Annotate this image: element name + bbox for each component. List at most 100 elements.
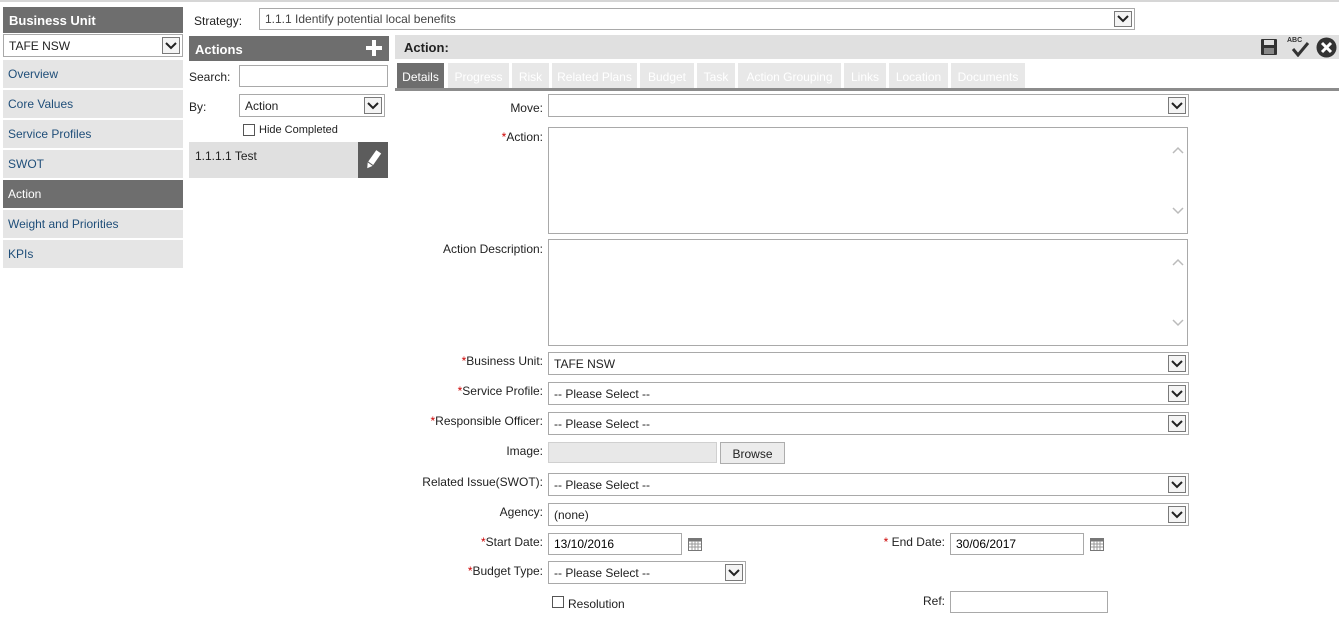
actions-panel-header: Actions (189, 36, 389, 61)
chevron-down-icon[interactable] (1168, 97, 1186, 114)
by-select-value: Action (245, 98, 279, 113)
chevron-down-icon[interactable] (1168, 506, 1186, 523)
chevron-down-icon[interactable] (364, 97, 382, 114)
chevron-up-icon[interactable] (1172, 146, 1184, 154)
ref-input[interactable] (950, 591, 1108, 613)
strategy-select[interactable]: 1.1.1 Identify potential local benefits (259, 8, 1135, 30)
chevron-up-icon[interactable] (1172, 258, 1184, 266)
close-icon (1316, 37, 1337, 58)
chevron-down-icon[interactable] (1168, 355, 1186, 372)
resolution-checkbox[interactable] (552, 596, 564, 608)
sidebar-item-service-profiles[interactable]: Service Profiles (3, 120, 183, 148)
actions-panel-title: Actions (195, 42, 243, 57)
sidebar-item-label: Overview (8, 67, 59, 81)
business-unit-select-value: TAFE NSW (9, 38, 71, 53)
plus-icon (366, 40, 382, 56)
chevron-down-icon[interactable] (1172, 319, 1184, 327)
tab-documents[interactable]: Documents (951, 63, 1026, 89)
budget-type-label: *Budget Type: (467, 564, 543, 578)
service-profile-label: *Service Profile: (457, 384, 543, 398)
sidebar-item-label: Action (8, 187, 42, 201)
end-date-label: * End Date: (883, 535, 945, 549)
save-button[interactable] (1260, 38, 1278, 56)
action-detail-title: Action: (404, 40, 449, 55)
calendar-icon[interactable] (688, 538, 702, 551)
tab-action-grouping[interactable]: Action Grouping (738, 63, 842, 89)
action-detail-header: Action: (395, 35, 1339, 59)
list-item[interactable]: 1.1.1.1 Test (189, 142, 358, 178)
action-description-textarea[interactable] (548, 239, 1188, 346)
ref-label: Ref: (922, 594, 945, 608)
tab-budget[interactable]: Budget (640, 63, 695, 89)
move-select[interactable] (548, 94, 1189, 117)
tab-location[interactable]: Location (889, 63, 949, 89)
tab-risk[interactable]: Risk (512, 63, 550, 89)
image-file-input[interactable] (548, 442, 717, 463)
tab-task[interactable]: Task (697, 63, 736, 89)
sidebar-item-label: SWOT (8, 157, 44, 171)
hide-completed-checkbox[interactable] (243, 124, 255, 136)
related-issue-select[interactable]: -- Please Select -- (548, 473, 1189, 496)
service-profile-select[interactable]: -- Please Select -- (548, 382, 1189, 405)
sidebar-item-overview[interactable]: Overview (3, 60, 183, 88)
tab-links[interactable]: Links (844, 63, 887, 89)
tab-details[interactable]: Details (397, 63, 445, 89)
agency-select[interactable]: (none) (548, 503, 1189, 526)
image-label: Image: (506, 444, 543, 458)
chevron-down-icon[interactable] (725, 564, 743, 581)
action-label: *Action: (501, 130, 543, 144)
move-label: Move: (510, 101, 543, 115)
business-unit-label: *Business Unit: (461, 354, 543, 368)
responsible-officer-select-value: -- Please Select -- (554, 416, 651, 431)
sidebar-item-label: Service Profiles (8, 127, 92, 141)
sidebar-item-action[interactable]: Action (3, 180, 183, 208)
business-unit-select[interactable]: TAFE NSW (3, 34, 183, 57)
pencil-icon (367, 150, 382, 169)
spellcheck-icon (1291, 42, 1310, 57)
related-issue-label: Related Issue(SWOT): (422, 475, 543, 489)
spellcheck-button[interactable]: ABC (1286, 37, 1310, 57)
sidebar-item-swot[interactable]: SWOT (3, 150, 183, 178)
edit-action-button[interactable] (358, 142, 388, 178)
chevron-down-icon[interactable] (162, 37, 180, 54)
responsible-officer-label: *Responsible Officer: (430, 414, 543, 428)
by-select[interactable]: Action (239, 94, 385, 117)
action-description-label: Action Description: (442, 242, 543, 256)
textarea-scrollbar[interactable] (1169, 240, 1187, 345)
search-label: Search: (189, 70, 231, 84)
agency-label: Agency: (499, 505, 543, 519)
business-unit-field-value: TAFE NSW (554, 356, 616, 371)
chevron-down-icon[interactable] (1168, 415, 1186, 432)
start-date-label: *Start Date: (480, 535, 543, 549)
chevron-down-icon[interactable] (1168, 385, 1186, 402)
tab-bar-divider (395, 88, 1339, 91)
add-action-button[interactable] (364, 38, 384, 58)
related-issue-select-value: -- Please Select -- (554, 477, 651, 492)
browse-button[interactable]: Browse (720, 442, 785, 464)
action-item-label: 1.1.1.1 Test (195, 149, 257, 163)
sidebar-item-label: KPIs (8, 247, 34, 261)
sidebar-item-label: Weight and Priorities (8, 217, 119, 231)
close-button[interactable] (1316, 37, 1337, 58)
chevron-down-icon[interactable] (1172, 207, 1184, 215)
tab-related-plans[interactable]: Related Plans (552, 63, 638, 89)
sidebar-item-core-values[interactable]: Core Values (3, 90, 183, 118)
end-date-input[interactable] (950, 533, 1084, 555)
budget-type-select[interactable]: -- Please Select -- (548, 561, 746, 584)
chevron-down-icon[interactable] (1114, 11, 1132, 27)
action-textarea[interactable] (548, 127, 1188, 234)
sidebar-item-weight-and-priorities[interactable]: Weight and Priorities (3, 210, 183, 238)
responsible-officer-select[interactable]: -- Please Select -- (548, 412, 1189, 435)
hide-completed-label: Hide Completed (259, 124, 338, 136)
sidebar-item-kpis[interactable]: KPIs (3, 240, 183, 268)
chevron-down-icon[interactable] (1168, 476, 1186, 493)
textarea-scrollbar[interactable] (1169, 128, 1187, 233)
tab-progress[interactable]: Progress (448, 63, 510, 89)
business-unit-header: Business Unit (3, 7, 183, 33)
resolution-label: Resolution (568, 597, 625, 611)
by-label: By: (189, 100, 207, 114)
start-date-input[interactable] (548, 533, 682, 555)
business-unit-field[interactable]: TAFE NSW (548, 352, 1189, 375)
calendar-icon[interactable] (1090, 538, 1104, 551)
search-input[interactable] (239, 65, 388, 87)
